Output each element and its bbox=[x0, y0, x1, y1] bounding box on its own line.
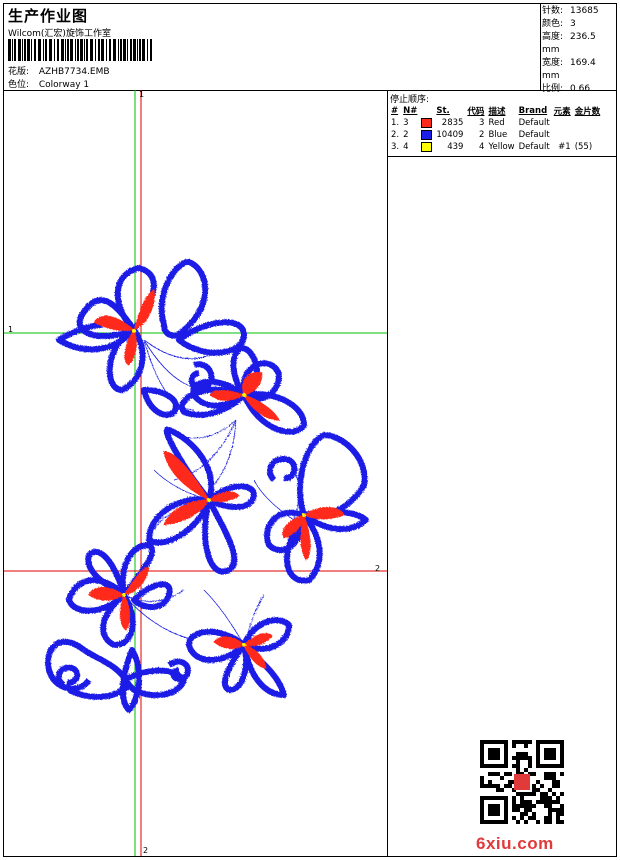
guide-label-h2: 2 bbox=[375, 564, 381, 573]
colorway-label: 色位: bbox=[8, 80, 30, 90]
design-row: 花版: AZHB7734.EMB bbox=[8, 64, 110, 77]
cell-element bbox=[552, 117, 573, 129]
cell-code: 3 bbox=[479, 118, 485, 128]
col-swatch bbox=[419, 105, 434, 117]
cell-desc: Yellow bbox=[488, 142, 515, 152]
col-desc: 描述 bbox=[488, 107, 506, 117]
cell-needle: 3 bbox=[403, 118, 409, 128]
cell-swatch bbox=[419, 141, 434, 153]
color-swatch bbox=[421, 141, 433, 152]
stats-panel: 针数: 13685 颜色: 3 高度: 236.5 mm 宽度: 169.4 mm 比例… bbox=[542, 5, 616, 96]
table-row[interactable]: 1. 3 2835 3 Red Default bbox=[389, 117, 602, 129]
guide-label-v2: 2 bbox=[143, 846, 149, 855]
col-stitches: St. bbox=[436, 106, 450, 116]
guide-label-v1: 1 bbox=[139, 90, 145, 99]
stop-sequence-table: # N# St. 代码 描述 Brand 元素 金片数 1. 3 2835 3 Red D… bbox=[389, 105, 602, 153]
cell-sequin: (55) bbox=[574, 142, 593, 152]
cell-brand: Default bbox=[518, 118, 550, 128]
barcode bbox=[8, 39, 152, 61]
cell-element bbox=[552, 129, 573, 141]
col-needle: N# bbox=[403, 106, 418, 116]
cell-sequin bbox=[573, 129, 603, 141]
cell-index: 3. bbox=[391, 142, 400, 152]
cell-swatch bbox=[419, 117, 434, 129]
color-swatch bbox=[421, 129, 433, 140]
design-canvas[interactable]: 1 1 2 2 bbox=[4, 90, 388, 856]
stat-width: 宽度: 169.4 mm bbox=[542, 58, 596, 81]
worksheet: 生产作业图 Wilcom(汇宏)旋饰工作室 花版: AZHB7734.EMB 色… bbox=[3, 3, 617, 857]
stat-colors: 颜色: 3 bbox=[542, 19, 576, 29]
cell-needle: 4 bbox=[403, 142, 409, 152]
cell-needle: 2 bbox=[403, 130, 409, 140]
qr-code bbox=[480, 740, 564, 824]
cell-brand: Default bbox=[518, 142, 550, 152]
colorway-row: 色位: Colorway 1 bbox=[8, 77, 89, 90]
design-value: AZHB7734.EMB bbox=[38, 67, 110, 77]
table-row[interactable]: 2. 2 10409 2 Blue Default bbox=[389, 129, 602, 141]
cell-brand: Default bbox=[518, 130, 550, 140]
color-swatch bbox=[421, 117, 433, 128]
stop-sequence-panel: 停止顺序: # N# St. 代码 描述 Brand 元素 金片数 1. 3 2… bbox=[388, 90, 616, 856]
cell-sequin bbox=[573, 117, 603, 129]
header: 生产作业图 Wilcom(汇宏)旋饰工作室 花版: AZHB7734.EMB 色… bbox=[4, 4, 616, 94]
col-brand: Brand bbox=[518, 106, 548, 116]
header-info: 生产作业图 Wilcom(汇宏)旋饰工作室 花版: AZHB7734.EMB 色… bbox=[4, 4, 541, 90]
col-sequin: 金片数 bbox=[574, 107, 601, 117]
divider bbox=[388, 156, 616, 157]
embroidery-preview bbox=[4, 90, 387, 856]
cell-stitches: 439 bbox=[447, 142, 464, 152]
stat-height: 高度: 236.5 mm bbox=[542, 32, 596, 55]
studio-name: Wilcom(汇宏)旋饰工作室 bbox=[8, 29, 111, 39]
design-label: 花版: bbox=[8, 67, 30, 77]
cell-desc: Blue bbox=[488, 130, 508, 140]
stop-sequence-label: 停止顺序: bbox=[390, 95, 430, 105]
table-header-row: # N# St. 代码 描述 Brand 元素 金片数 bbox=[389, 105, 602, 117]
stat-stitches: 针数: 13685 bbox=[542, 6, 599, 16]
cell-code: 2 bbox=[479, 130, 485, 140]
cell-stitches: 10409 bbox=[436, 130, 464, 140]
col-code: 代码 bbox=[467, 107, 485, 117]
table-row[interactable]: 3. 4 439 4 Yellow Default #1 (55) bbox=[389, 141, 602, 153]
cell-code: 4 bbox=[479, 142, 485, 152]
cell-stitches: 2835 bbox=[441, 118, 464, 128]
col-element: 元素 bbox=[553, 107, 571, 117]
colorway-value: Colorway 1 bbox=[38, 80, 90, 90]
cell-element: #1 bbox=[558, 142, 571, 152]
cell-index: 1. bbox=[391, 118, 400, 128]
watermark: 6xiu.com bbox=[476, 834, 554, 853]
col-index: # bbox=[391, 106, 399, 116]
cell-desc: Red bbox=[488, 118, 505, 128]
guide-label-h1: 1 bbox=[8, 325, 14, 334]
sheet-body: 1 1 2 2 停止顺序: # N# St. 代码 描述 Brand 元素 金片… bbox=[4, 90, 616, 856]
embroidery-motif bbox=[45, 259, 369, 713]
cell-index: 2. bbox=[391, 130, 400, 140]
cell-swatch bbox=[419, 129, 434, 141]
page-title: 生产作业图 bbox=[8, 7, 89, 25]
